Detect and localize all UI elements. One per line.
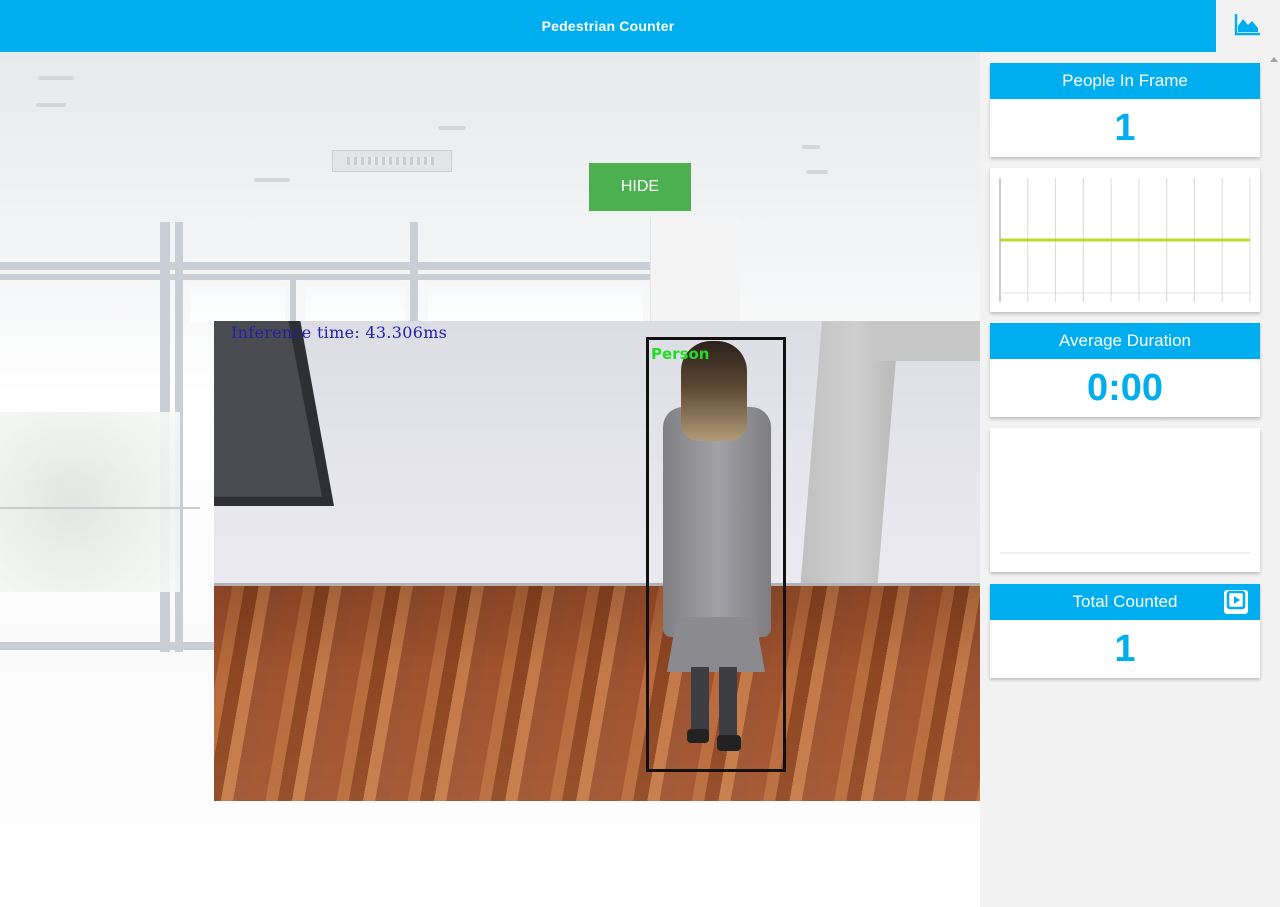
video-beam xyxy=(874,321,980,361)
window-frame xyxy=(290,277,296,322)
ceiling-light xyxy=(254,178,290,182)
pillar xyxy=(650,217,740,327)
inference-time-text: Inference time: 43.306ms xyxy=(231,323,448,342)
hide-button[interactable]: HIDE xyxy=(589,163,691,211)
average-duration-card: Average Duration 0:00 xyxy=(990,323,1260,417)
area-chart-icon xyxy=(1234,12,1262,41)
ceiling-light xyxy=(806,170,828,174)
window-frame xyxy=(0,262,660,270)
ceiling-light xyxy=(36,103,66,107)
stats-toggle-button[interactable] xyxy=(1216,0,1280,52)
window-pane xyxy=(305,287,405,322)
trees-outside xyxy=(0,412,180,592)
average-duration-chart xyxy=(1000,552,1250,554)
people-in-frame-label: People In Frame xyxy=(990,63,1260,99)
detection-label: Person xyxy=(651,345,710,363)
average-duration-value: 0:00 xyxy=(1086,366,1164,409)
play-square-icon xyxy=(1224,588,1248,617)
top-bar: Pedestrian Counter xyxy=(0,0,1216,52)
people-in-frame-card: People In Frame 1 xyxy=(990,63,1260,157)
page-title: Pedestrian Counter xyxy=(541,18,675,34)
window-pane xyxy=(190,287,285,322)
ceiling-light xyxy=(438,126,466,130)
average-duration-label: Average Duration xyxy=(990,323,1260,359)
total-counted-card: Total Counted 1 xyxy=(990,584,1260,678)
scroll-up-arrow-icon[interactable] xyxy=(1270,57,1278,62)
video-feed: Person Inference time: 43.306ms xyxy=(214,321,980,801)
average-duration-chart-card xyxy=(990,428,1260,572)
total-counted-label: Total Counted xyxy=(1072,592,1178,611)
detection-bounding-box xyxy=(646,337,786,772)
window-frame xyxy=(0,274,660,280)
page-scrollbar[interactable] xyxy=(1267,52,1280,907)
stats-sidebar: People In Frame 1 Average Duration 0:00 … xyxy=(980,52,1280,907)
balcony-rail xyxy=(0,507,200,509)
ceiling xyxy=(0,52,980,262)
window-frame xyxy=(410,222,418,322)
video-floor-shade xyxy=(214,586,980,801)
people-in-frame-chart xyxy=(999,178,1251,302)
total-counted-value: 1 xyxy=(1114,627,1136,670)
play-square-button[interactable] xyxy=(1224,590,1248,614)
total-counted-header: Total Counted xyxy=(990,584,1260,620)
people-in-frame-value: 1 xyxy=(1114,106,1136,149)
window-frame xyxy=(0,642,215,650)
ceiling-light xyxy=(802,145,820,149)
window-pane xyxy=(428,287,643,322)
ceiling-vent xyxy=(332,150,452,172)
ceiling-light xyxy=(38,76,74,80)
people-in-frame-chart-card xyxy=(990,168,1260,312)
